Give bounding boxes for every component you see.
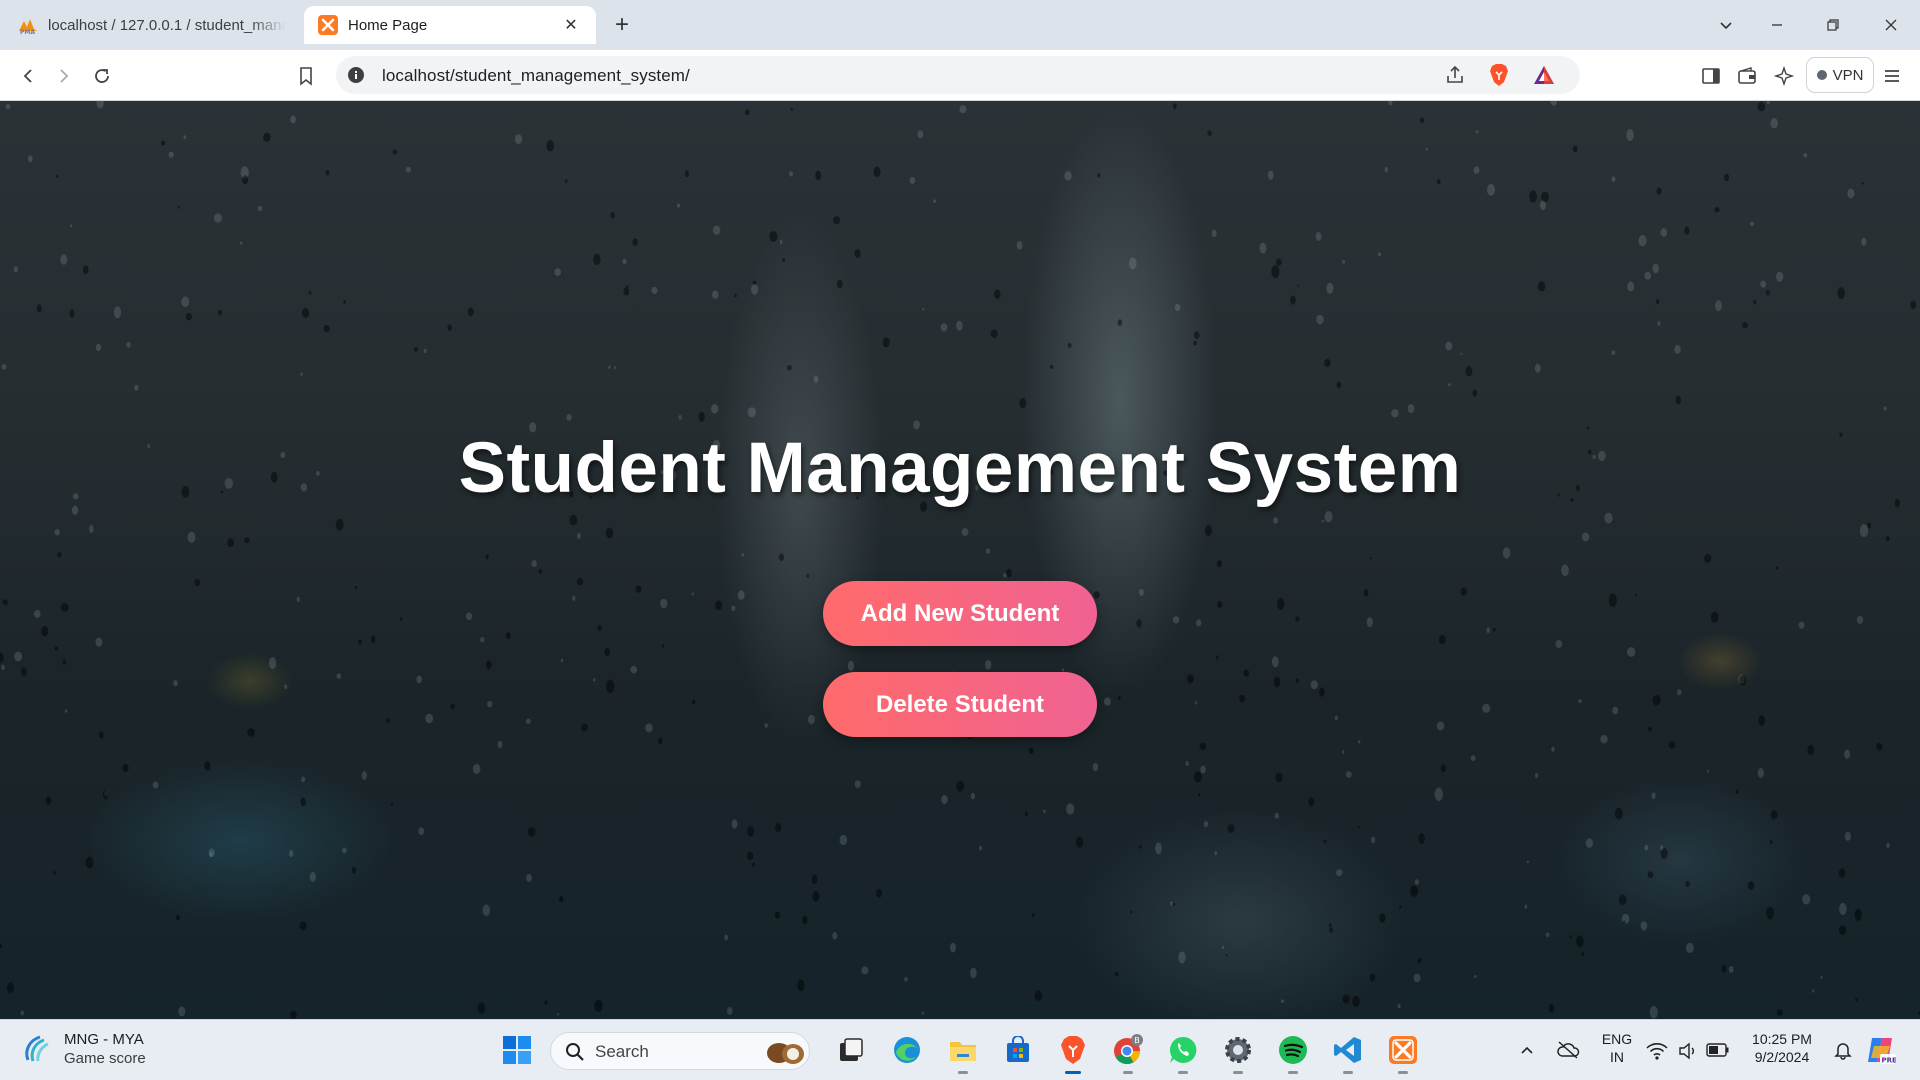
xampp-icon[interactable] [1383,1030,1423,1074]
start-icon[interactable] [497,1030,537,1070]
search-icon [566,1043,584,1061]
vpn-button[interactable]: VPN [1806,57,1874,93]
brave-shields-icon[interactable] [1488,63,1510,87]
menu-icon[interactable] [1878,62,1906,90]
xampp-favicon-icon [318,15,338,35]
vscode-icon[interactable] [1328,1030,1368,1074]
page-title: Student Management System [458,429,1462,508]
add-new-student-button[interactable]: Add New Student [823,581,1097,646]
running-indicator [1178,1071,1188,1074]
reload-icon[interactable] [88,62,116,90]
svg-text:PMA: PMA [20,29,35,35]
restore-icon[interactable] [1818,10,1848,40]
address-bar[interactable]: localhost/student_management_system/ [336,56,1580,94]
file-explorer-icon[interactable] [943,1030,983,1074]
task-view-icon[interactable] [831,1030,871,1070]
region-code: IN [1610,1049,1624,1065]
language-indicator[interactable]: ENG IN [1596,1030,1638,1066]
microsoft-store-icon[interactable] [998,1030,1038,1070]
running-indicator [1398,1071,1408,1074]
running-indicator [1343,1071,1353,1074]
site-info-icon[interactable] [348,67,364,83]
cricket-ball-icon [25,1035,49,1062]
clock[interactable]: 10:25 PM 9/2/2024 [1744,1030,1820,1066]
bookmark-icon[interactable] [292,62,320,90]
sidebar-toggle-icon[interactable] [1697,62,1725,90]
taskbar-search-box[interactable]: Search [550,1032,810,1070]
clock-date: 9/2/2024 [1754,1049,1810,1065]
onedrive-offline-icon[interactable] [1548,1030,1588,1070]
close-tab-icon[interactable]: ✕ [560,14,582,36]
tab-search-chevron-icon[interactable] [1711,10,1741,40]
sports-widget[interactable]: MNG - MYA Game score [22,1030,146,1068]
vpn-label: VPN [1832,66,1864,84]
phpmyadmin-favicon-icon: PMA [19,19,37,35]
minimize-icon[interactable] [1762,10,1792,40]
chrome-icon[interactable]: B [1108,1030,1148,1074]
widget-subtitle: Game score [64,1050,146,1067]
active-indicator [1065,1071,1081,1074]
rain-background-image [0,101,1920,1019]
copilot-icon[interactable]: PRE [1860,1030,1900,1070]
new-tab-button[interactable]: + [608,12,636,40]
show-hidden-icons-chevron-icon[interactable] [1507,1030,1547,1070]
widget-title: MNG - MYA [64,1031,144,1048]
tab-title: Home Page [348,16,428,34]
svg-text:PRE: PRE [1882,1057,1897,1065]
search-placeholder: Search [595,1042,649,1061]
back-icon[interactable] [14,62,42,90]
spotify-icon[interactable] [1273,1030,1313,1074]
vpn-status-dot [1816,70,1827,80]
share-icon[interactable] [1444,64,1466,86]
brave-icon[interactable] [1053,1030,1093,1074]
delete-student-button[interactable]: Delete Student [823,672,1097,737]
wallet-icon[interactable] [1733,62,1761,90]
forward-icon[interactable] [50,62,78,90]
chrome-profile-badge: B [1134,1036,1140,1045]
edge-icon[interactable] [887,1030,927,1070]
running-indicator [1123,1071,1133,1074]
whatsapp-icon[interactable] [1163,1030,1203,1074]
tab-home-page[interactable]: Home Page ✕ [304,6,596,44]
tab-title: localhost / 127.0.0.1 / student_manageme… [48,16,286,34]
page-viewport: Student Management System Add New Studen… [0,101,1920,1019]
running-indicator [1288,1071,1298,1074]
settings-icon[interactable] [1218,1030,1258,1074]
running-indicator [958,1071,968,1074]
coconut-highlight-icon [767,1043,804,1064]
leo-ai-icon[interactable] [1770,62,1798,90]
quick-settings-group[interactable] [1642,1030,1732,1070]
clock-time: 10:25 PM [1752,1031,1812,1047]
tab-phpmyadmin[interactable]: PMA localhost / 127.0.0.1 / student_mana… [4,6,300,44]
url-text: localhost/student_management_system/ [382,66,690,85]
brave-rewards-icon[interactable] [1532,64,1556,86]
running-indicator [1233,1071,1243,1074]
wifi-icon [1646,1043,1668,1060]
notification-bell-icon[interactable] [1823,1030,1863,1070]
browser-toolbar: localhost/student_management_system/ VPN [0,50,1920,101]
browser-tab-strip: PMA localhost / 127.0.0.1 / student_mana… [0,0,1920,50]
close-window-icon[interactable] [1876,10,1906,40]
language-code: ENG [1601,1031,1633,1047]
volume-icon [1679,1042,1694,1060]
battery-icon [1706,1043,1729,1057]
windows-taskbar: MNG - MYA Game score Search B ENG IN 10:… [0,1019,1920,1080]
